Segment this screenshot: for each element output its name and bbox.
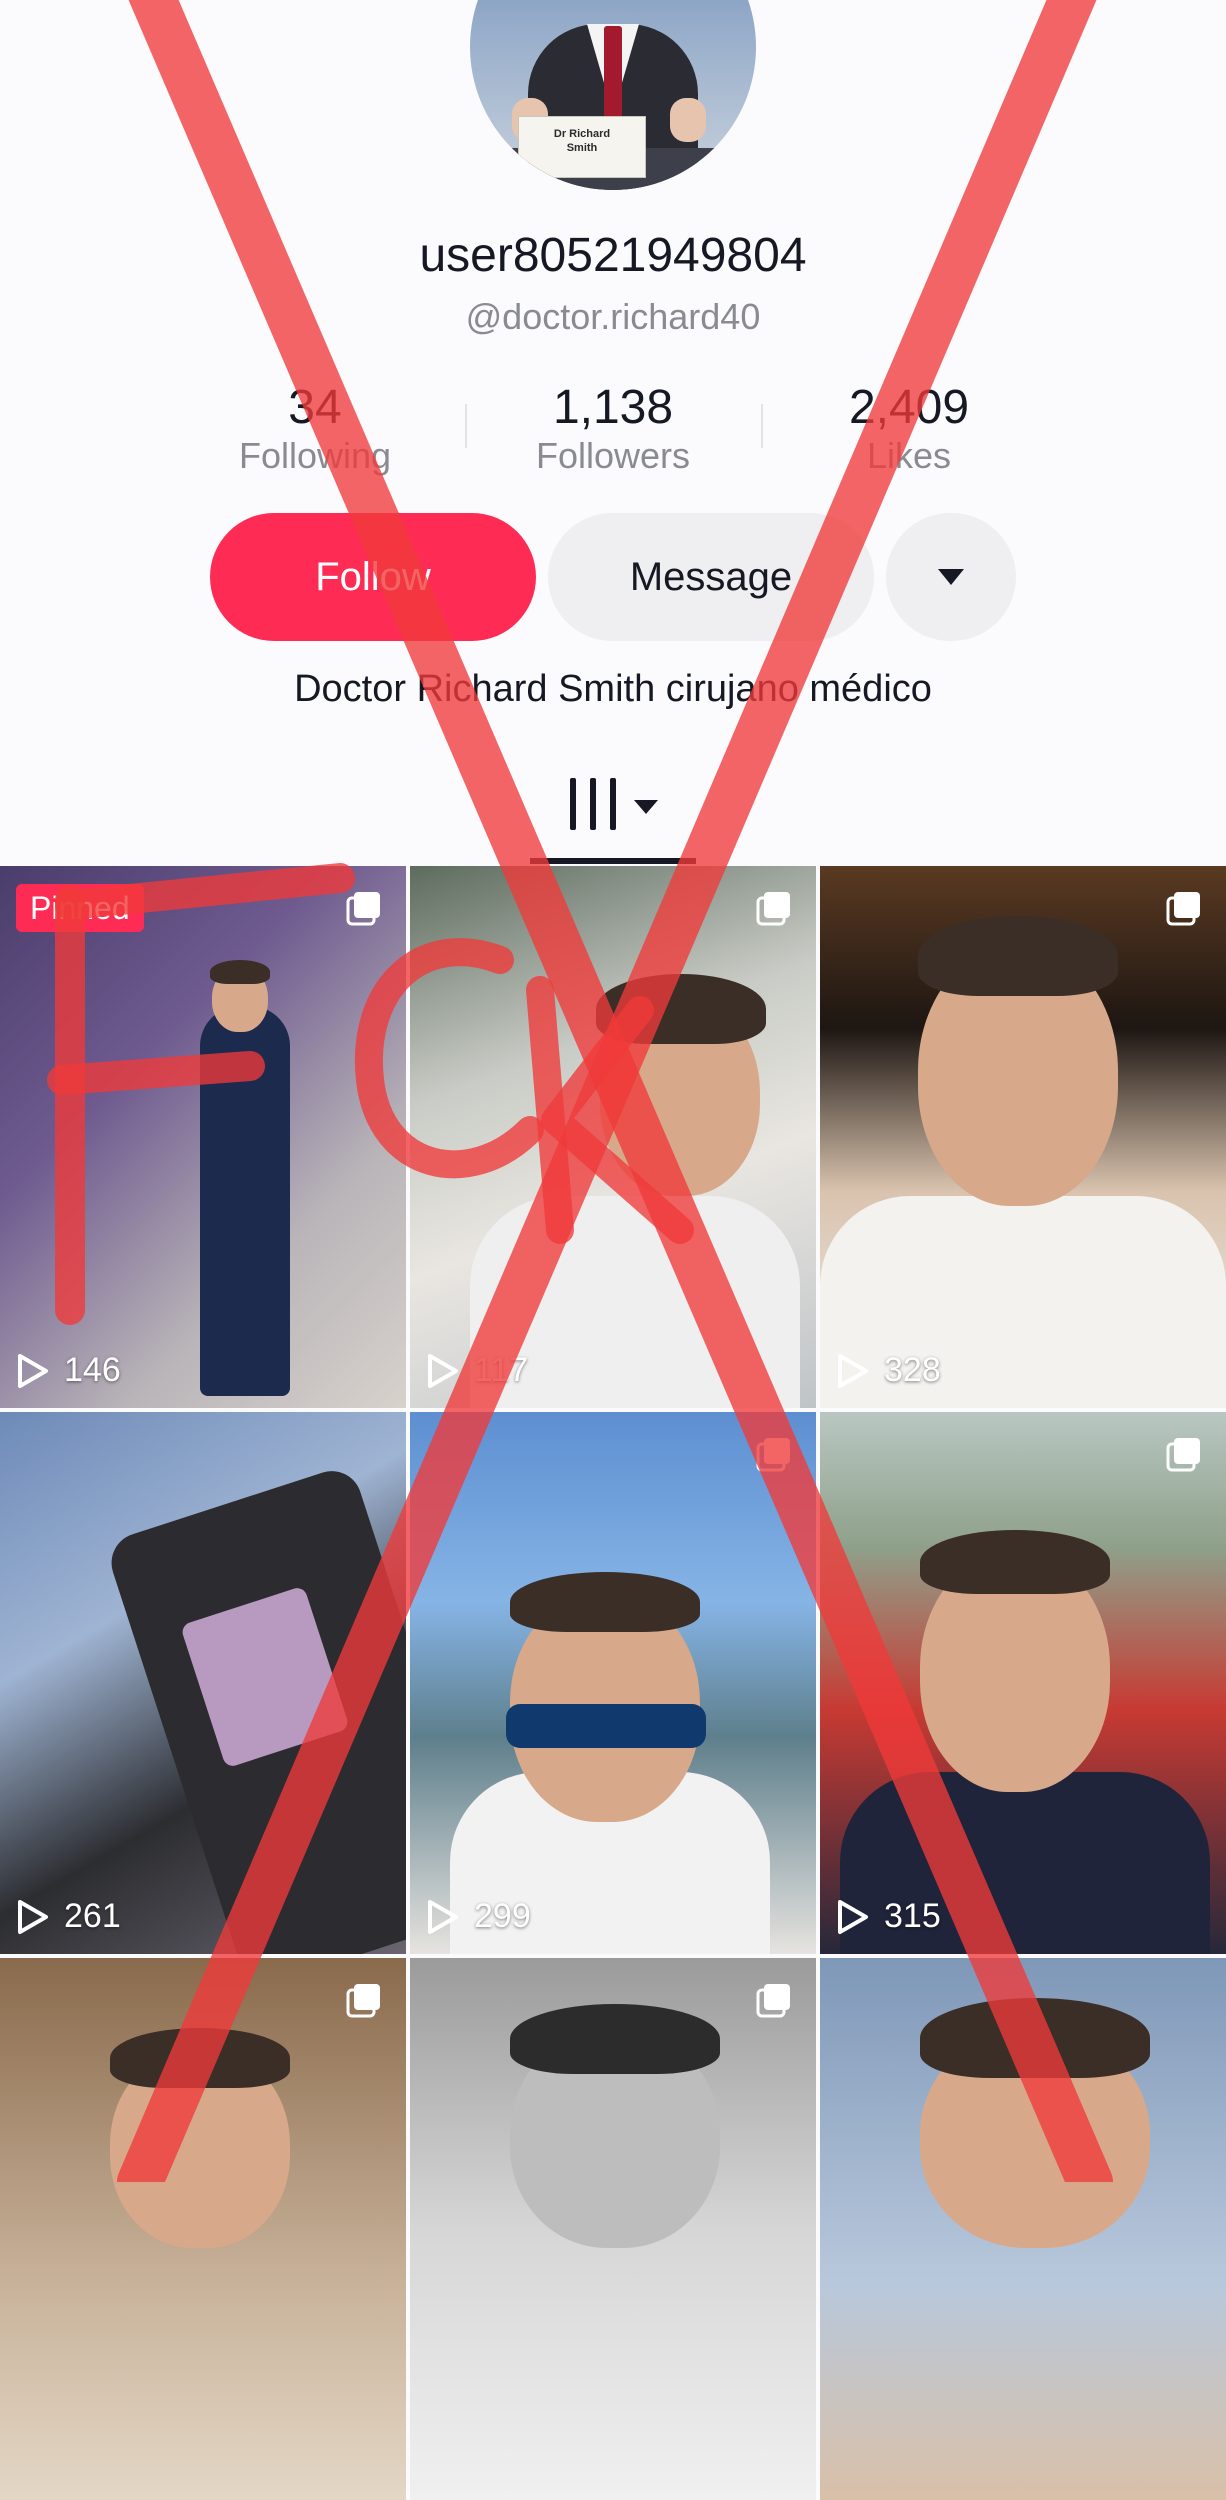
following-count: 34	[288, 381, 342, 434]
profile-handle: @doctor.richard40	[465, 296, 761, 337]
stat-following[interactable]: 34 Following	[205, 382, 425, 478]
video-tile[interactable]: 117	[410, 866, 816, 1408]
tile-figure	[200, 1006, 290, 1396]
following-label: Following	[238, 435, 392, 476]
avatar-hand	[670, 98, 706, 142]
view-count: 261	[16, 1897, 121, 1936]
tab-active-indicator	[530, 858, 696, 864]
stat-followers[interactable]: 1,138 Followers	[503, 382, 723, 478]
message-button[interactable]: Message	[548, 513, 874, 641]
avatar-nameplate: Dr Richard Smith	[518, 116, 646, 178]
tile-hair	[920, 1530, 1110, 1594]
tile-hair	[596, 974, 766, 1044]
video-tile[interactable]	[0, 1958, 406, 2500]
stat-likes[interactable]: 2,409 Likes	[799, 382, 1019, 478]
profile-bio: Doctor Richard Smith cirujano médico	[294, 668, 932, 710]
sunglasses	[506, 1704, 706, 1748]
play-icon	[18, 1899, 48, 1934]
multi-clip-icon	[1166, 1438, 1200, 1472]
tile-hair	[110, 2028, 290, 2088]
play-icon	[428, 1899, 458, 1934]
more-options-button[interactable]	[886, 513, 1016, 641]
likes-label: Likes	[866, 435, 952, 476]
view-count-value: 261	[64, 1897, 121, 1935]
video-tile[interactable]	[820, 1958, 1226, 2500]
video-tile[interactable]: 299	[410, 1412, 816, 1954]
video-tile[interactable]: 328	[820, 866, 1226, 1408]
caret-down-icon	[938, 569, 964, 585]
profile-username: user80521949804	[419, 229, 807, 282]
followers-count: 1,138	[552, 381, 674, 434]
view-count: 117	[426, 1351, 528, 1390]
grid-bars-icon	[610, 778, 616, 830]
nameplate-line: Dr Richard	[553, 128, 611, 140]
multi-clip-icon	[1166, 892, 1200, 926]
grid-bars-icon	[590, 778, 596, 830]
multi-clip-icon	[346, 892, 380, 926]
video-tile[interactable]	[410, 1958, 816, 2500]
tile-hair	[918, 916, 1118, 996]
play-icon	[428, 1353, 458, 1388]
tab-videos[interactable]	[560, 772, 670, 840]
view-count-value: 299	[474, 1897, 531, 1935]
play-icon	[838, 1353, 868, 1388]
multi-clip-icon	[756, 892, 790, 926]
video-tile[interactable]: Pinned 146	[0, 866, 406, 1408]
view-count: 328	[836, 1351, 941, 1390]
grid-bars-icon	[570, 778, 576, 830]
multi-clip-icon	[756, 1438, 790, 1472]
play-icon	[18, 1353, 48, 1388]
view-count-value: 328	[884, 1351, 941, 1389]
pinned-badge: Pinned	[16, 884, 144, 932]
view-count-value: 315	[884, 1897, 941, 1935]
tile-hair	[920, 1998, 1150, 2078]
profile-avatar[interactable]: Dr Richard Smith	[470, 0, 756, 190]
multi-clip-icon	[346, 1984, 380, 2018]
caret-down-icon	[634, 800, 658, 814]
stat-divider	[761, 404, 763, 448]
nameplate-line: Smith	[566, 142, 598, 154]
likes-count: 2,409	[848, 381, 970, 434]
followers-label: Followers	[535, 435, 691, 476]
video-tile[interactable]: 261	[0, 1412, 406, 1954]
stat-divider	[465, 404, 467, 448]
view-count-value: 117	[474, 1351, 529, 1389]
view-count-value: 146	[64, 1351, 121, 1389]
follow-button[interactable]: Follow	[210, 513, 536, 641]
play-icon	[838, 1899, 868, 1934]
multi-clip-icon	[756, 1984, 790, 2018]
avatar-tie	[604, 26, 622, 118]
video-tile[interactable]: 315	[820, 1412, 1226, 1954]
view-count: 299	[426, 1897, 531, 1936]
tile-hair	[210, 960, 270, 984]
tile-hair	[510, 2004, 720, 2074]
view-count: 146	[16, 1351, 121, 1390]
view-count: 315	[836, 1897, 941, 1936]
tile-hair	[510, 1572, 700, 1632]
